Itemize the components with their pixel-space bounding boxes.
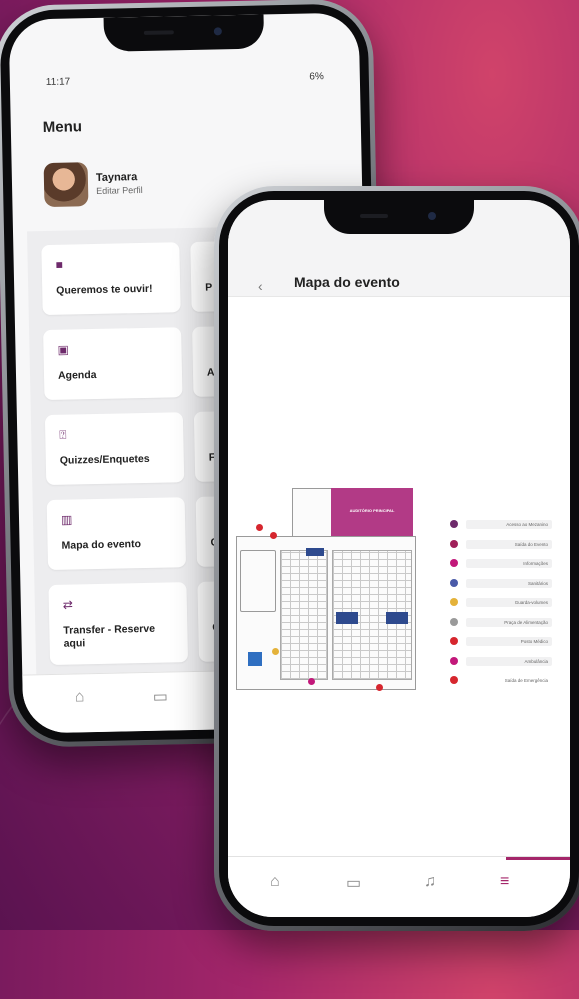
legend-item: Saída de Emergência <box>446 671 552 691</box>
booth-blue-3 <box>386 612 408 624</box>
card-agenda[interactable]: ▣ Agenda <box>43 327 183 401</box>
speaker <box>360 214 388 218</box>
legend-item: Guarda-volumes <box>446 593 552 613</box>
floor-plan: AUDITÓRIO PRINCIPAL <box>236 488 416 697</box>
card-transfer[interactable]: ⇄ Transfer - Reserve aqui <box>48 582 189 666</box>
food-court-area <box>240 550 276 612</box>
legend-label: Saída do Evento <box>514 541 548 547</box>
active-tab-indicator <box>506 857 570 860</box>
status-battery: 6% <box>309 71 324 83</box>
transfer-icon: ⇄ <box>62 597 74 612</box>
legend-dot <box>450 539 458 548</box>
profile-name: Taynara <box>95 171 138 184</box>
quiz-icon: ⍰ <box>59 427 67 442</box>
marker-info <box>308 678 315 685</box>
marker-exit <box>270 532 277 539</box>
card-label: Agenda <box>57 368 97 382</box>
booth-blue-2 <box>336 612 358 624</box>
booth-blue-4 <box>248 652 262 666</box>
marker-storage <box>272 648 279 655</box>
edit-profile-link[interactable]: Editar Perfil <box>96 185 143 196</box>
legend-item: Informações <box>446 554 552 574</box>
event-map[interactable]: AUDITÓRIO PRINCIPAL Acesso ao Mezanino S… <box>228 297 570 857</box>
calendar-icon: ▣ <box>57 342 69 357</box>
speaker <box>143 30 174 35</box>
phone-notch <box>103 14 265 52</box>
card-mapa-do-evento[interactable]: ▥ Mapa do evento <box>46 497 187 571</box>
legend-item: Praça de Alimentação <box>446 613 552 633</box>
legend-label: Sanitários <box>527 580 548 586</box>
card-label: Queremos te ouvir! <box>56 282 153 297</box>
legend-item: Ambulância <box>446 652 552 672</box>
home-icon[interactable]: ⌂ <box>75 688 85 706</box>
stand-grid-left <box>280 550 328 680</box>
chat-bubble-icon: ■ <box>55 257 64 272</box>
header-bar: ‹ Mapa do evento <box>228 200 570 297</box>
main-auditorium-label: AUDITÓRIO PRINCIPAL <box>349 508 395 513</box>
avatar[interactable] <box>43 162 89 208</box>
status-bar: 11:17 6% <box>46 71 324 88</box>
legend-item: Saída do Evento <box>446 535 552 555</box>
booth-blue-1 <box>306 548 324 556</box>
legend-dot <box>450 520 458 528</box>
tab-bar: ⌂ ▭ ♫ ≡ <box>228 856 570 917</box>
card-label: Mapa do evento <box>61 538 142 552</box>
legend-item: Posto Médico <box>446 632 552 652</box>
legend-dot <box>450 637 458 645</box>
camera <box>213 27 222 36</box>
card-quizzes[interactable]: ⍰ Quizzes/Enquetes <box>44 412 185 486</box>
page-title: Mapa do evento <box>294 274 400 290</box>
marker-medical <box>256 524 263 531</box>
legend-item: Acesso ao Mezanino <box>446 515 552 535</box>
home-icon[interactable]: ⌂ <box>270 873 280 891</box>
legend-label: Ambulância <box>524 658 548 664</box>
menu-icon[interactable]: ≡ <box>500 873 509 891</box>
legend-label: Saída de Emergência <box>504 678 548 683</box>
legend-dot <box>450 598 458 606</box>
legend-label: Guarda-volumes <box>514 600 548 605</box>
legend-label: Praça de Alimentação <box>504 619 548 625</box>
chat-icon[interactable]: ▭ <box>346 873 361 893</box>
legend-label: Informações <box>523 561 548 566</box>
bell-icon[interactable]: ♫ <box>424 873 436 891</box>
menu-title: Menu <box>42 118 83 137</box>
legend-label: Acesso ao Mezanino <box>506 522 548 527</box>
legend-label: Posto Médico <box>520 639 548 644</box>
map-screen: ‹ Mapa do evento AUDITÓRIO PRINCIPAL Ace… <box>228 200 570 917</box>
chat-icon[interactable]: ▭ <box>153 687 169 707</box>
phone-notch <box>324 200 474 234</box>
map-legend: Acesso ao Mezanino Saída do Evento Infor… <box>446 515 552 691</box>
status-time: 11:17 <box>45 76 71 88</box>
legend-dot <box>450 656 458 665</box>
camera <box>428 212 436 220</box>
legend-item: Sanitários <box>446 574 552 594</box>
legend-dot <box>450 617 458 626</box>
legend-dot <box>450 559 458 567</box>
marker-emergency <box>376 684 383 691</box>
card-label: Quizzes/Enquetes <box>59 452 150 467</box>
profile-header[interactable]: Taynara Editar Perfil <box>43 161 143 208</box>
card-label: Transfer - Reserve aqui <box>63 622 156 650</box>
card-queremos-te-ouvir[interactable]: ■ Queremos te ouvir! <box>41 242 181 316</box>
legend-dot <box>450 578 458 587</box>
phone-map: ‹ Mapa do evento AUDITÓRIO PRINCIPAL Ace… <box>214 186 579 931</box>
back-chevron-icon[interactable]: ‹ <box>258 278 263 294</box>
legend-dot <box>450 676 458 684</box>
map-icon: ▥ <box>60 512 73 527</box>
